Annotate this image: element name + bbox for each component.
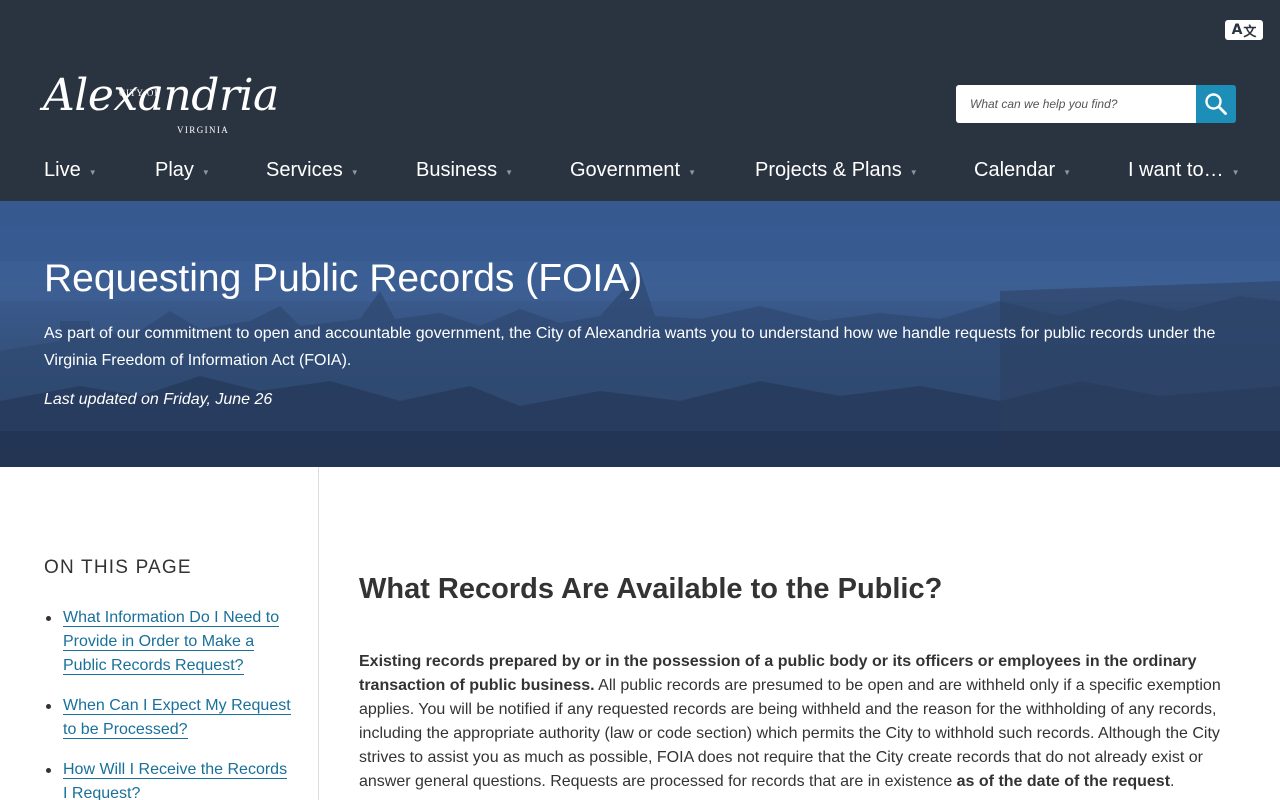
nav-item-label: Play	[155, 158, 194, 181]
list-item: When Can I Expect My Request to be Proce…	[44, 694, 294, 742]
nav-item-live[interactable]: Live ▼	[44, 152, 97, 188]
nav-item-play[interactable]: Play ▼	[155, 152, 210, 188]
caret-down-icon: ▼	[688, 167, 696, 177]
nav-item-label: Projects & Plans	[755, 158, 902, 181]
logo-state: VIRGINIA	[177, 125, 230, 135]
nav-item-label: Government	[570, 158, 681, 181]
section-heading: What Records Are Available to the Public…	[359, 573, 943, 605]
nav-item-calendar[interactable]: Calendar ▼	[974, 152, 1071, 188]
on-this-page-sidebar: ON THIS PAGE What Information Do I Need …	[0, 467, 319, 800]
nav-item-label: Services	[266, 158, 343, 181]
nav-item-business[interactable]: Business ▼	[416, 152, 513, 188]
caret-down-icon: ▼	[350, 167, 359, 177]
translate-icon-letter: A	[1231, 22, 1243, 38]
translate-button[interactable]: A 文	[1225, 20, 1263, 40]
page-description: As part of our commitment to open and ac…	[44, 325, 1216, 369]
caret-down-icon: ▼	[505, 167, 514, 177]
caret-down-icon: ▼	[1063, 167, 1072, 177]
logo-name: Alexandria	[43, 70, 279, 121]
sidebar-link-information-needed[interactable]: What Information Do I Need to Provide in…	[63, 609, 280, 675]
paragraph-end: .	[1170, 773, 1175, 790]
translate-icon-glyph: 文	[1243, 24, 1257, 40]
section-paragraph: Existing records prepared by or in the p…	[359, 650, 1239, 794]
nav-item-i-want-to[interactable]: I want to… ▼	[1128, 152, 1240, 188]
nav-item-label: Live	[44, 158, 81, 181]
list-item: How Will I Receive the Records I Request…	[44, 758, 294, 800]
sidebar-link-when-processed[interactable]: When Can I Expect My Request to be Proce…	[63, 697, 291, 739]
hero-banner: Requesting Public Records (FOIA) As part…	[0, 201, 1280, 467]
caret-down-icon: ▼	[909, 167, 918, 177]
search-input[interactable]	[956, 85, 1197, 123]
nav-item-label: Business	[416, 158, 498, 181]
nav-item-label: I want to…	[1128, 158, 1224, 181]
caret-down-icon: ▼	[201, 167, 210, 177]
paragraph-bold-end: as of the date of the request	[956, 773, 1171, 790]
city-logo[interactable]: CITY OF Alexandria VIRGINIA	[43, 66, 279, 140]
caret-down-icon: ▼	[88, 167, 97, 177]
sidebar-link-how-receive[interactable]: How Will I Receive the Records I Request…	[63, 761, 288, 800]
nav-item-services[interactable]: Services ▼	[266, 152, 359, 188]
nav-item-label: Calendar	[974, 158, 1056, 181]
main-nav: Live ▼ Play ▼ Services ▼ Business ▼ Gove…	[0, 152, 1280, 188]
sidebar-heading: ON THIS PAGE	[44, 557, 192, 578]
caret-down-icon: ▼	[1231, 167, 1240, 177]
nav-item-projects-plans[interactable]: Projects & Plans ▼	[755, 152, 918, 188]
site-search	[956, 85, 1236, 123]
page-title: Requesting Public Records (FOIA)	[44, 257, 643, 300]
search-icon	[1205, 93, 1227, 115]
list-item: What Information Do I Need to Provide in…	[44, 606, 294, 678]
last-updated: Last updated on Friday, June 26	[44, 391, 273, 408]
search-button[interactable]	[1196, 85, 1236, 123]
sidebar-links: What Information Do I Need to Provide in…	[44, 606, 294, 800]
site-header: A 文 CITY OF Alexandria VIRGINIA Live ▼ P…	[0, 0, 1280, 201]
nav-item-government[interactable]: Government ▼	[570, 152, 696, 188]
